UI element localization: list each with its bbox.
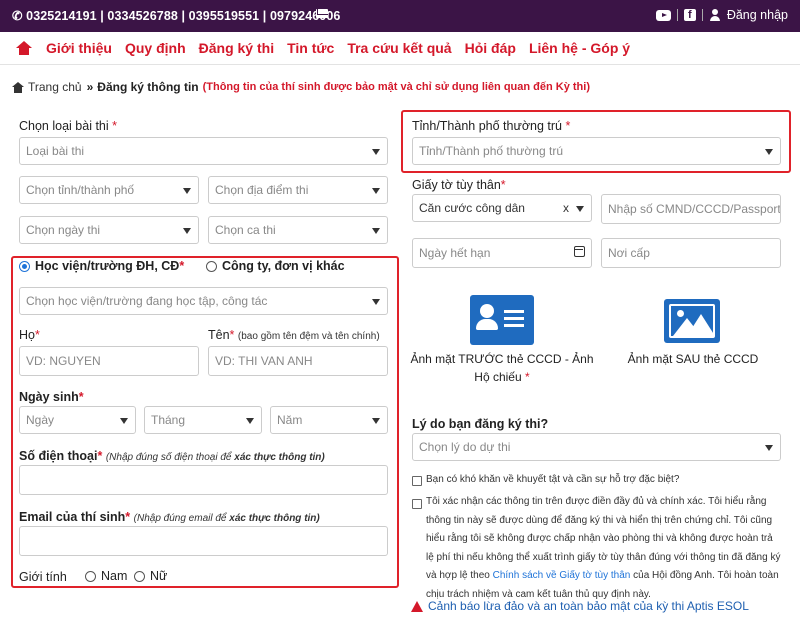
- facebook-icon[interactable]: f: [683, 9, 696, 21]
- nav-item-tra-cuu-ket-qua[interactable]: Tra cứu kết quả: [347, 40, 451, 56]
- residence-label: Tỉnh/Thành phố thường trú *: [412, 119, 571, 133]
- last-name-input[interactable]: VD: NGUYEN: [19, 346, 199, 376]
- exam-type-label: Chọn loại bài thi *: [19, 119, 118, 133]
- support-text: Bạn có khó khăn về khuyết tật và cần sự …: [426, 474, 680, 485]
- id-label: Giấy tờ tùy thân*: [412, 178, 506, 192]
- nav-item-hoi-dap[interactable]: Hỏi đáp: [465, 40, 516, 56]
- last-name-label: Họ*: [19, 328, 40, 342]
- radio-unchecked[interactable]: [134, 570, 145, 582]
- home-icon[interactable]: [16, 41, 32, 55]
- main-nav: Giới thiệu Quy định Đăng ký thi Tin tức …: [0, 32, 800, 64]
- nav-item-dang-ky-thi[interactable]: Đăng ký thi: [199, 40, 274, 56]
- reason-select[interactable]: Chọn lý do dự thi: [412, 433, 781, 461]
- first-name-label: Tên* (bao gồm tên đệm và tên chính): [208, 328, 380, 342]
- exam-type-select[interactable]: Loại bài thi: [19, 137, 388, 165]
- expiry-date-input[interactable]: Ngày hết hạn: [412, 238, 592, 268]
- id-card-front-icon[interactable]: [470, 295, 534, 345]
- mail-icon[interactable]: [316, 9, 328, 18]
- venue-select[interactable]: Chọn địa điểm thi: [208, 176, 388, 204]
- support-checkbox[interactable]: [412, 476, 422, 486]
- login-link[interactable]: Đăng nhập: [727, 8, 788, 22]
- dob-month-select[interactable]: Tháng: [144, 406, 262, 434]
- dob-label: Ngày sinh*: [19, 390, 84, 404]
- email-input[interactable]: [19, 526, 388, 556]
- top-bar: ✆ 0325214191 | 0334526788 | 0395519551 |…: [0, 0, 800, 32]
- radio-unchecked[interactable]: [206, 260, 217, 272]
- radio-checked[interactable]: [19, 260, 30, 272]
- radio-school[interactable]: Học viện/trường ĐH, CĐ *: [19, 259, 184, 273]
- confirm-text: Tôi xác nhận các thông tin trên được điề…: [426, 496, 781, 600]
- home-icon[interactable]: [12, 81, 24, 93]
- phone-label: Số điện thoại* (Nhập đúng số điện thoại …: [19, 449, 325, 463]
- id-number-input[interactable]: Nhập số CMND/CCCD/Passport: [601, 194, 781, 224]
- clear-icon[interactable]: x: [563, 195, 569, 221]
- dob-day-select[interactable]: Ngày: [19, 406, 136, 434]
- dob-year-select[interactable]: Năm: [270, 406, 388, 434]
- breadcrumb-home[interactable]: Trang chủ: [28, 80, 82, 94]
- email-label: Email của thí sinh* (Nhập đúng email để …: [19, 510, 320, 524]
- radio-unchecked[interactable]: [85, 570, 96, 582]
- id-policy-link[interactable]: Chính sách về Giấy tờ tùy thân: [493, 570, 631, 581]
- first-name-input[interactable]: VD: THI VAN ANH: [208, 346, 388, 376]
- hotline-phones: ✆ 0325214191 | 0334526788 | 0395519551 |…: [12, 9, 341, 23]
- back-photo-caption: Ảnh mặt SAU thẻ CCCD: [627, 352, 759, 366]
- nav-item-quy-dinh[interactable]: Quy định: [125, 40, 186, 56]
- breadcrumb-current: Đăng ký thông tin: [97, 80, 199, 94]
- nav-item-gioi-thieu[interactable]: Giới thiệu: [46, 40, 112, 56]
- nav-divider: [0, 64, 800, 65]
- gender-male-radio[interactable]: Nam: [85, 569, 127, 583]
- exam-date-select[interactable]: Chọn ngày thi: [19, 216, 199, 244]
- user-icon[interactable]: [709, 9, 721, 21]
- front-photo-caption: Ảnh mặt TRƯỚC thẻ CCCD - Ảnh Hộ chiếu *: [410, 352, 594, 384]
- residence-select[interactable]: Tỉnh/Thành phố thường trú: [412, 137, 781, 165]
- breadcrumb-separator: »: [86, 80, 94, 94]
- school-select[interactable]: Chọn học viện/trường đang học tập, công …: [19, 287, 388, 315]
- privacy-note: (Thông tin của thí sinh được bảo mật và …: [202, 81, 590, 93]
- gender-female-radio[interactable]: Nữ: [134, 569, 167, 583]
- reason-label: Lý do bạn đăng ký thi?: [412, 417, 549, 431]
- id-type-select[interactable]: Căn cước công dân x: [412, 194, 592, 222]
- issue-place-input[interactable]: Nơi cấp: [601, 238, 781, 268]
- image-icon[interactable]: [664, 299, 720, 343]
- nav-item-lien-he[interactable]: Liên hệ - Góp ý: [529, 40, 630, 56]
- province-select[interactable]: Chọn tỉnh/thành phố: [19, 176, 199, 204]
- exam-shift-select[interactable]: Chọn ca thi: [208, 216, 388, 244]
- gender-label: Giới tính: [19, 570, 67, 584]
- phone-input[interactable]: [19, 465, 388, 495]
- youtube-icon[interactable]: [655, 9, 671, 21]
- radio-company[interactable]: Công ty, đơn vị khác: [206, 259, 345, 273]
- warning-icon: [411, 600, 423, 612]
- nav-item-tin-tuc[interactable]: Tin tức: [287, 40, 334, 56]
- divider: [701, 9, 703, 21]
- top-bar-right: f Đăng nhập: [655, 8, 788, 22]
- phone-icon: ✆: [12, 9, 27, 23]
- breadcrumb: Trang chủ » Đăng ký thông tin (Thông tin…: [12, 80, 590, 94]
- scam-warning[interactable]: Cảnh báo lừa đảo và an toàn bảo mật của …: [411, 599, 749, 613]
- calendar-icon[interactable]: [574, 246, 585, 257]
- confirm-checkbox[interactable]: [412, 499, 422, 509]
- divider: [676, 9, 678, 21]
